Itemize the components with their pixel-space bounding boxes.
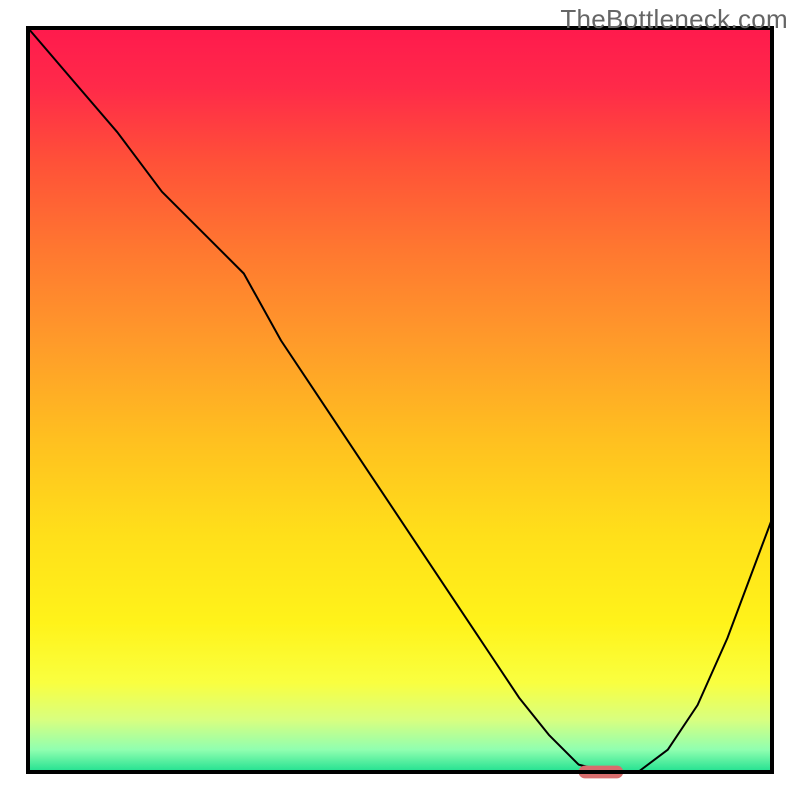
watermark-text: TheBottleneck.com xyxy=(560,4,788,35)
bottleneck-chart xyxy=(0,0,800,800)
plot-background xyxy=(28,28,772,772)
chart-container: TheBottleneck.com xyxy=(0,0,800,800)
